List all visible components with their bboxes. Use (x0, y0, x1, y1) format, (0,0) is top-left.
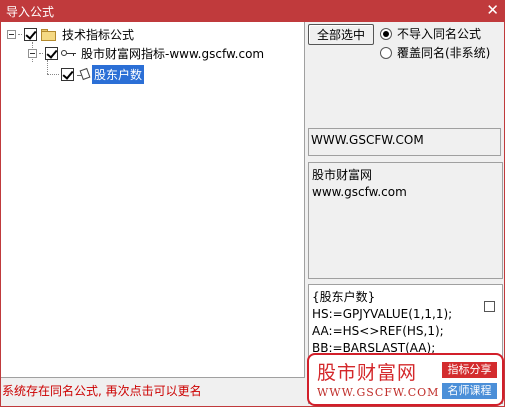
formula-icon (77, 67, 91, 81)
code-panel-checkbox[interactable] (484, 301, 495, 312)
select-all-button[interactable]: 全部选中 (308, 24, 374, 45)
tree-connector (39, 52, 43, 54)
status-message: 系统存在同名公式, 再次点击可以更名 (2, 384, 202, 398)
formula-tree[interactable]: 技术指标公式 股市财富网指标-www.gscfw.com 股东户数 (1, 22, 305, 378)
radio-overwrite-icon[interactable] (380, 46, 392, 59)
code-line: AA:=HS<>REF(HS,1); (312, 324, 444, 338)
root-checkbox[interactable] (24, 27, 37, 41)
description-line-1: 股市财富网 (312, 168, 373, 182)
watermark-title: 股市财富网 (317, 362, 418, 384)
window-title: 导入公式 (6, 5, 55, 19)
watermark-url: WWW.GSCFW.COM (317, 386, 440, 399)
tree-node-leaf[interactable]: 股东户数 (47, 64, 145, 84)
folder-icon (40, 27, 58, 41)
dialog-body: 技术指标公式 股市财富网指标-www.gscfw.com 股东户数 全部选中 不… (1, 22, 504, 406)
tree-node-root[interactable]: 技术指标公式 (7, 25, 134, 43)
collapse-icon[interactable] (7, 29, 16, 39)
collapse-icon[interactable] (28, 48, 37, 58)
code-line: HS:=GPJYVALUE(1,1,1); (312, 307, 453, 321)
code-line: {股东户数} (312, 290, 376, 304)
close-icon[interactable]: ✕ (486, 1, 499, 19)
tree-node-leaf-label: 股东户数 (92, 64, 145, 84)
radio-skip-icon[interactable] (380, 27, 392, 40)
radio-overwrite-label: 覆盖同名(非系统) (397, 46, 491, 60)
source-url-text: WWW.GSCFW.COM (311, 133, 424, 147)
watermark-logo: 股市财富网 WWW.GSCFW.COM 指标分享 名师课程 (307, 353, 504, 406)
source-url-field: WWW.GSCFW.COM (308, 128, 501, 156)
radio-skip-duplicates[interactable]: 不导入同名公式 (380, 25, 481, 42)
description-panel: 股市财富网 www.gscfw.com (308, 162, 503, 279)
title-bar: 导入公式 ✕ (0, 0, 505, 22)
tree-connector (47, 73, 59, 75)
tree-connector (18, 33, 22, 35)
description-line-2: www.gscfw.com (312, 185, 407, 199)
key-icon (61, 47, 77, 59)
tree-node-group-label: 股市财富网指标-www.gscfw.com (81, 46, 265, 61)
radio-skip-label: 不导入同名公式 (397, 27, 482, 41)
watermark-badge-course: 名师课程 (442, 383, 497, 399)
tree-node-root-label: 技术指标公式 (62, 27, 135, 42)
leaf-checkbox[interactable] (61, 67, 74, 81)
group-checkbox[interactable] (45, 46, 58, 60)
radio-overwrite[interactable]: 覆盖同名(非系统) (380, 44, 490, 61)
tree-node-group[interactable]: 股市财富网指标-www.gscfw.com (28, 44, 264, 62)
watermark-badge-share: 指标分享 (442, 362, 497, 378)
